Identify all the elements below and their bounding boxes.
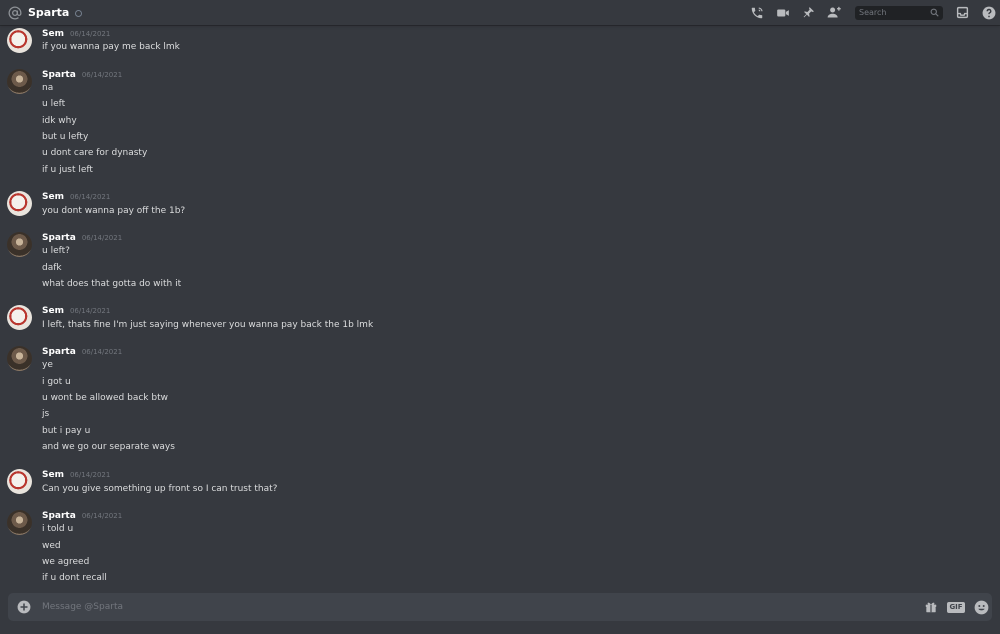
avatar[interactable]: [7, 469, 32, 494]
avatar[interactable]: [7, 510, 32, 535]
message-timestamp: 06/14/2021: [69, 193, 111, 201]
add-friend-icon[interactable]: [827, 5, 842, 20]
header-toolbar: Search: [738, 0, 1000, 25]
message-list[interactable]: Sem 06/14/2021 if you wanna pay me back l…: [0, 25, 1000, 590]
avatar[interactable]: [7, 305, 32, 330]
message-timestamp: 06/14/2021: [69, 471, 111, 479]
emoji-icon[interactable]: [973, 599, 989, 615]
message-text: if u dont recall: [42, 573, 107, 583]
message-text: dafk: [42, 263, 62, 273]
message-text: ye: [42, 360, 53, 370]
avatar[interactable]: [7, 69, 32, 94]
pin-icon[interactable]: [801, 5, 816, 20]
message-text: u left: [42, 99, 66, 109]
message-text: we agreed: [42, 557, 90, 567]
message-text: but u lefty: [42, 132, 89, 142]
message-author[interactable]: Sparta 06/14/2021: [42, 346, 122, 358]
message-composer: GIF: [8, 593, 992, 621]
avatar[interactable]: [7, 346, 32, 371]
avatar[interactable]: [7, 232, 32, 257]
message-text: I left, thats fine I'm just saying whene…: [42, 320, 374, 330]
message-text: i told u: [42, 524, 74, 534]
message-text: idk why: [42, 116, 77, 126]
avatar[interactable]: [7, 191, 32, 216]
at-icon: [8, 6, 22, 20]
avatar[interactable]: [7, 28, 32, 53]
offline-status-icon: [75, 9, 83, 17]
message-text: if u just left: [42, 165, 93, 175]
message-text: but i pay u: [42, 426, 91, 436]
message-timestamp: 06/14/2021: [69, 30, 111, 38]
help-icon[interactable]: [981, 5, 996, 20]
message-text: what does that gotta do with it: [42, 279, 182, 289]
message-text: wed: [42, 541, 61, 551]
message-timestamp: 06/14/2021: [69, 307, 111, 315]
search-placeholder: Search: [859, 8, 887, 17]
message-timestamp: 06/14/2021: [81, 71, 123, 79]
message-text: na: [42, 83, 54, 93]
message-timestamp: 06/14/2021: [81, 512, 123, 520]
message-text: you dont wanna pay off the 1b?: [42, 206, 186, 216]
message-author[interactable]: Sem 06/14/2021: [42, 191, 110, 203]
inbox-icon[interactable]: [955, 5, 970, 20]
gif-icon[interactable]: GIF: [947, 599, 965, 615]
message-text: u dont care for dynasty: [42, 148, 148, 158]
plus-circle-icon[interactable]: [17, 600, 31, 614]
message-author[interactable]: Sem 06/14/2021: [42, 305, 110, 317]
message-text: Can you give something up front so I can…: [42, 484, 278, 494]
message-author[interactable]: Sparta 06/14/2021: [42, 510, 122, 522]
message-text: if you wanna pay me back lmk: [42, 42, 180, 52]
message-author[interactable]: Sparta 06/14/2021: [42, 232, 122, 244]
gif-label: GIF: [947, 601, 965, 613]
message-timestamp: 06/14/2021: [81, 234, 123, 242]
message-text: i got u: [42, 377, 71, 387]
message-text: and we go our separate ways: [42, 442, 175, 452]
message-author[interactable]: Sparta 06/14/2021: [42, 69, 122, 81]
message-input[interactable]: [42, 593, 902, 621]
message-author[interactable]: Sem 06/14/2021: [42, 469, 110, 481]
message-text: js: [42, 409, 50, 419]
gift-icon[interactable]: [923, 599, 939, 615]
phone-call-icon[interactable]: [749, 5, 764, 20]
message-text: u wont be allowed back btw: [42, 393, 168, 403]
search-icon: [930, 8, 939, 17]
channel-header: Sparta Search: [0, 0, 1000, 25]
message-text: u left?: [42, 246, 70, 256]
video-icon[interactable]: [775, 5, 790, 20]
search-input[interactable]: Search: [855, 5, 943, 20]
message-author[interactable]: Sem 06/14/2021: [42, 28, 110, 40]
message-timestamp: 06/14/2021: [81, 348, 123, 356]
channel-name: Sparta: [28, 6, 70, 19]
